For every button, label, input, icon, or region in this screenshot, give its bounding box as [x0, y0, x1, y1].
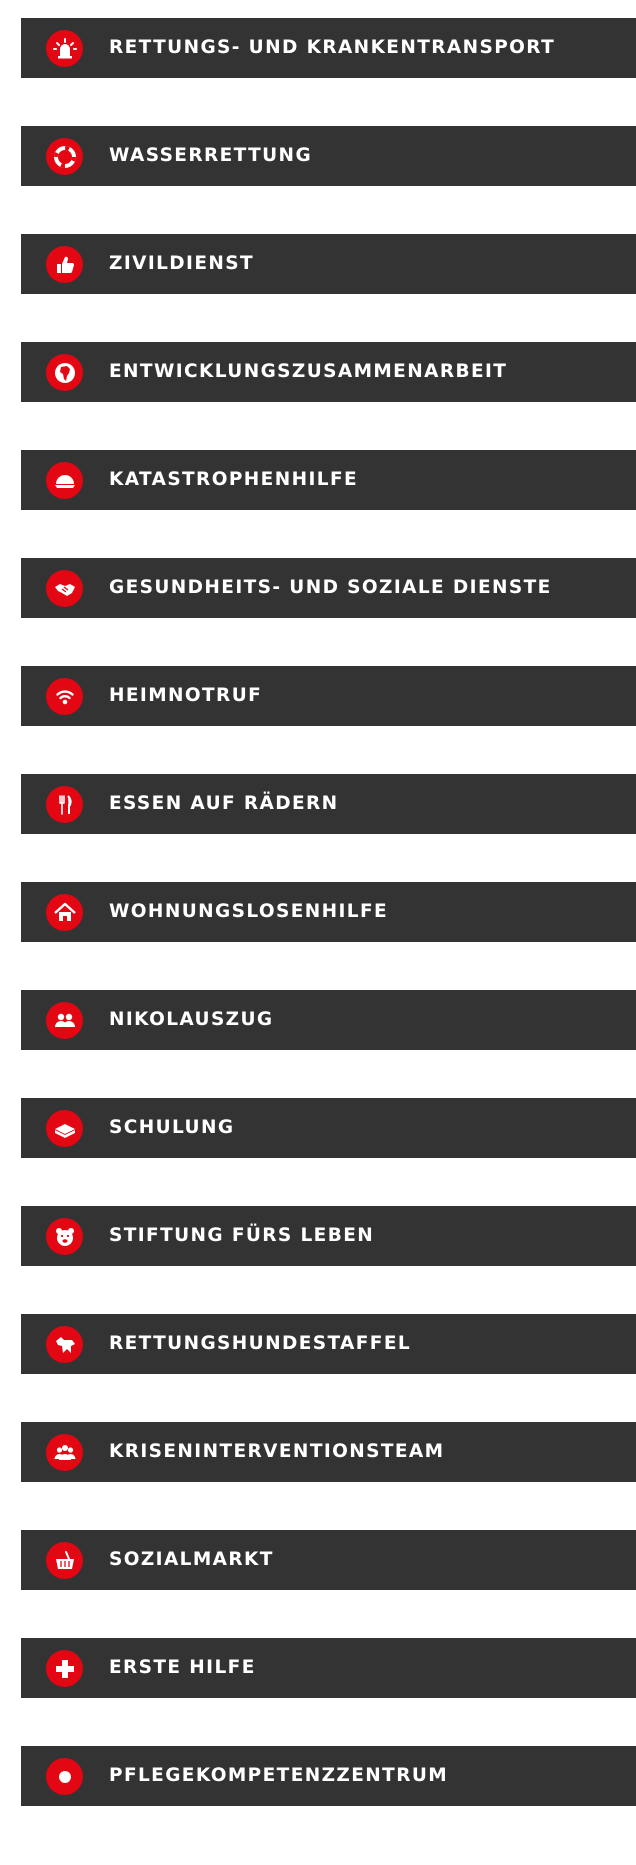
service-item-katastrophenhilfe[interactable]: KATASTROPHENHILFE	[21, 450, 636, 510]
wifi-signal-icon	[46, 678, 83, 715]
service-label: SOZIALMARKT	[109, 1549, 274, 1570]
service-item-wasserrettung[interactable]: WASSERRETTUNG	[21, 126, 636, 186]
service-item-rettungshundestaffel[interactable]: RETTUNGSHUNDESTAFFEL	[21, 1314, 636, 1374]
service-label: ERSTE HILFE	[109, 1657, 256, 1678]
service-label: SCHULUNG	[109, 1117, 235, 1138]
service-item-rettungs-krankentransport[interactable]: RETTUNGS- UND KRANKENTRANSPORT	[21, 18, 636, 78]
teddy-bear-icon	[46, 1218, 83, 1255]
service-item-essen-auf-raedern[interactable]: ESSEN AUF RÄDERN	[21, 774, 636, 834]
service-label: WASSERRETTUNG	[109, 145, 313, 166]
helmet-icon	[46, 462, 83, 499]
service-label: PFLEGEKOMPETENZZENTRUM	[109, 1765, 449, 1786]
siren-icon	[46, 30, 83, 67]
basket-icon	[46, 1542, 83, 1579]
service-label: ENTWICKLUNGSZUSAMMENARBEIT	[109, 361, 508, 382]
service-label: RETTUNGSHUNDESTAFFEL	[109, 1333, 412, 1354]
service-label: RETTUNGS- UND KRANKENTRANSPORT	[109, 37, 556, 58]
service-item-stiftung-fuers-leben[interactable]: STIFTUNG FÜRS LEBEN	[21, 1206, 636, 1266]
service-item-heimnotruf[interactable]: HEIMNOTRUF	[21, 666, 636, 726]
globe-africa-icon	[46, 354, 83, 391]
rescue-dog-icon	[46, 1326, 83, 1363]
people-group-icon	[46, 1002, 83, 1039]
service-label: HEIMNOTRUF	[109, 685, 263, 706]
service-label: ZIVILDIENST	[109, 253, 254, 274]
handshake-icon	[46, 570, 83, 607]
service-label: STIFTUNG FÜRS LEBEN	[109, 1225, 375, 1246]
service-item-kriseninterventionsteam[interactable]: KRISENINTERVENTIONSTEAM	[21, 1422, 636, 1482]
service-label: KRISENINTERVENTIONSTEAM	[109, 1441, 445, 1462]
service-label: NIKOLAUSZUG	[109, 1009, 274, 1030]
cross-icon	[46, 1650, 83, 1687]
service-label: WOHNUNGSLOSENHILFE	[109, 901, 389, 922]
service-item-erste-hilfe[interactable]: ERSTE HILFE	[21, 1638, 636, 1698]
service-item-sozialmarkt[interactable]: SOZIALMARKT	[21, 1530, 636, 1590]
thumbs-up-icon	[46, 246, 83, 283]
service-item-entwicklungszusammenarbeit[interactable]: ENTWICKLUNGSZUSAMMENARBEIT	[21, 342, 636, 402]
service-item-gesundheits-soziale-dienste[interactable]: GESUNDHEITS- UND SOZIALE DIENSTE	[21, 558, 636, 618]
book-icon	[46, 1110, 83, 1147]
service-item-nikolauszug[interactable]: NIKOLAUSZUG	[21, 990, 636, 1050]
service-label: KATASTROPHENHILFE	[109, 469, 359, 490]
house-icon	[46, 894, 83, 931]
fork-knife-icon	[46, 786, 83, 823]
service-label: ESSEN AUF RÄDERN	[109, 793, 339, 814]
service-item-zivildienst[interactable]: ZIVILDIENST	[21, 234, 636, 294]
service-item-pflegekompetenzzentrum[interactable]: PFLEGEKOMPETENZZENTRUM	[21, 1746, 636, 1806]
service-item-schulung[interactable]: SCHULUNG	[21, 1098, 636, 1158]
lifebuoy-icon	[46, 138, 83, 175]
service-item-wohnungslosenhilfe[interactable]: WOHNUNGSLOSENHILFE	[21, 882, 636, 942]
dot-icon	[46, 1758, 83, 1795]
service-label: GESUNDHEITS- UND SOZIALE DIENSTE	[109, 577, 552, 598]
team-icon	[46, 1434, 83, 1471]
